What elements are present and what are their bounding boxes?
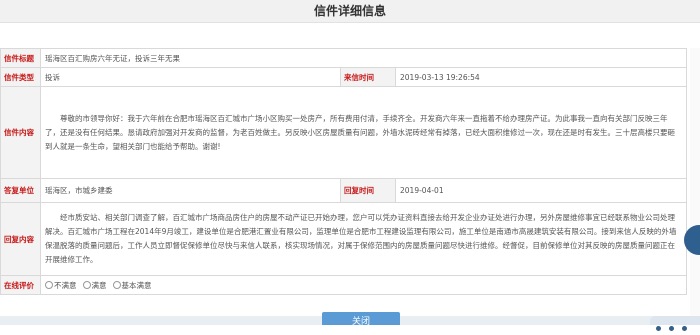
reply-unit-label: 答复单位 <box>0 178 41 203</box>
letter-type-label: 信件类型 <box>0 67 41 87</box>
page-title: 信件详细信息 <box>0 0 700 23</box>
row-content: 信件内容 尊敬的市领导你好：我于六年前在合肥市瑶海区百汇城市广场小区购买一处房产… <box>0 86 687 179</box>
evaluation-option-satisfied[interactable]: 满意 <box>82 280 107 291</box>
evaluation-option-label: 满意 <box>91 280 107 290</box>
letter-detail-table: 信件标题 瑶海区百汇购房六年无证，投诉三年无果 信件类型 投诉 来信时间 201… <box>0 48 687 295</box>
tool-dot-icon[interactable] <box>656 326 661 331</box>
row-evaluation: 在线评价 不满意 满意 基本满意 <box>0 275 687 295</box>
letter-time-value: 2019-03-13 19:26:54 <box>395 67 687 87</box>
reply-unit-value: 瑶海区，市城乡建委 <box>40 178 341 203</box>
radio-unsatisfied[interactable] <box>45 281 53 289</box>
letter-title-label: 信件标题 <box>0 48 41 68</box>
reply-time-value: 2019-04-01 <box>395 178 687 203</box>
reply-time-label: 回复时间 <box>340 178 396 203</box>
evaluation-options: 不满意 满意 基本满意 <box>40 275 687 295</box>
row-reply-unit-time: 答复单位 瑶海区，市城乡建委 回复时间 2019-04-01 <box>0 178 687 203</box>
letter-title-value: 瑶海区百汇购房六年无证，投诉三年无果 <box>40 48 687 68</box>
radio-satisfied[interactable] <box>82 281 91 289</box>
evaluation-label: 在线评价 <box>0 275 41 295</box>
radio-basically-satisfied[interactable] <box>112 281 121 289</box>
letter-time-label: 来信时间 <box>340 67 396 87</box>
row-type-time: 信件类型 投诉 来信时间 2019-03-13 19:26:54 <box>0 67 687 87</box>
tool-dot-icon[interactable] <box>682 326 687 331</box>
evaluation-option-label: 基本满意 <box>121 280 152 290</box>
letter-content-value: 尊敬的市领导你好：我于六年前在合肥市瑶海区百汇城市广场小区购买一处房产，所有费用… <box>40 86 687 179</box>
row-reply-content: 回复内容 经市质安站、相关部门调查了解，百汇城市广场商品房住户的房屋不动产证已开… <box>0 202 687 276</box>
letter-content-label: 信件内容 <box>0 86 41 179</box>
evaluation-option-label: 不满意 <box>54 280 77 290</box>
reply-content-value: 经市质安站、相关部门调查了解，百汇城市广场商品房住户的房屋不动产证已开始办理，您… <box>40 202 687 276</box>
row-title: 信件标题 瑶海区百汇购房六年无证，投诉三年无果 <box>0 48 687 68</box>
evaluation-option-unsatisfied[interactable]: 不满意 <box>45 280 77 291</box>
close-button-wrap: 关闭 <box>322 312 400 325</box>
close-button[interactable]: 关闭 <box>322 312 400 325</box>
tool-dot-icon[interactable] <box>669 326 674 331</box>
evaluation-option-basically-satisfied[interactable]: 基本满意 <box>112 280 152 291</box>
letter-type-value: 投诉 <box>40 67 341 87</box>
scrollbar[interactable] <box>690 48 700 325</box>
reply-content-label: 回复内容 <box>0 202 41 276</box>
bottom-toolbar[interactable] <box>650 316 700 331</box>
